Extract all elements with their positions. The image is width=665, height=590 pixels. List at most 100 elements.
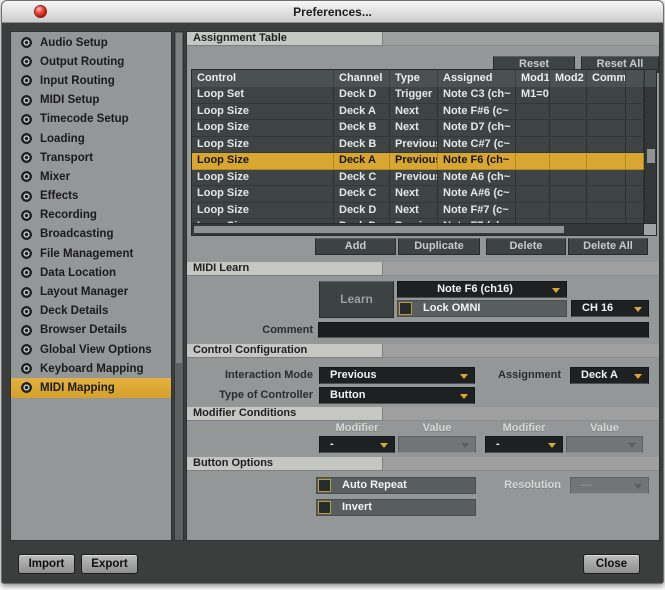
- cell-extra: [626, 120, 644, 136]
- close-button[interactable]: Close: [583, 554, 640, 574]
- modifier-1-value: -: [330, 438, 334, 450]
- table-scrollbar-corner: [643, 224, 656, 235]
- delete-all-button[interactable]: Delete All: [568, 238, 648, 255]
- type-of-controller-dropdown[interactable]: Button: [319, 387, 475, 404]
- table-row[interactable]: Loop Size Deck B Previous Note C#7 (c~: [192, 137, 644, 154]
- cell-assigned: Note C3 (ch~: [438, 87, 516, 103]
- modifier-2-dropdown[interactable]: -: [485, 436, 563, 453]
- midi-note-dropdown[interactable]: Note F6 (ch16): [397, 281, 567, 298]
- table-row[interactable]: Loop Size Deck C Previous Note A6 (ch~: [192, 170, 644, 187]
- column-header[interactable]: Channel: [334, 70, 390, 87]
- sidebar-item[interactable]: Layout Manager: [11, 282, 171, 301]
- chevron-down-icon: [461, 443, 469, 448]
- comment-label: Comment: [187, 324, 313, 336]
- interaction-mode-dropdown[interactable]: Previous: [319, 367, 475, 384]
- column-header[interactable]: Type: [390, 70, 438, 87]
- resolution-value: ---: [581, 479, 592, 491]
- column-header[interactable]: Comm: [587, 70, 626, 87]
- sidebar-item[interactable]: Loading: [11, 129, 171, 148]
- value-2-dropdown[interactable]: [566, 436, 643, 453]
- sidebar-item-label: Output Routing: [40, 56, 124, 68]
- table-horizontal-scrollbar-thumb[interactable]: [194, 226, 564, 233]
- preferences-window: Preferences... Audio Setup Output Routin…: [1, 0, 664, 584]
- table-vertical-scrollbar[interactable]: [644, 87, 656, 223]
- cell-mod1: [516, 170, 550, 186]
- export-button[interactable]: Export: [81, 554, 138, 574]
- sidebar-item[interactable]: Effects: [11, 187, 171, 206]
- control-configuration-section-header: Control Configuration: [187, 344, 659, 358]
- table-row[interactable]: Loop Size Deck B Next Note D7 (ch~: [192, 120, 644, 137]
- sidebar-item[interactable]: Recording: [11, 206, 171, 225]
- sidebar-item-label: MIDI Setup: [40, 94, 99, 106]
- sidebar: Audio Setup Output Routing Input Routing…: [10, 31, 172, 541]
- sidebar-item[interactable]: Broadcasting: [11, 225, 171, 244]
- sidebar-item[interactable]: Keyboard Mapping: [11, 359, 171, 378]
- sidebar-item[interactable]: Data Location: [11, 263, 171, 282]
- sidebar-item-label: Recording: [40, 209, 97, 221]
- sidebar-item[interactable]: Input Routing: [11, 71, 171, 90]
- cell-mod1: [516, 120, 550, 136]
- table-row[interactable]: Loop Size Deck A Next Note F#6 (c~: [192, 104, 644, 121]
- modifier-conditions-section-header: Modifier Conditions: [187, 407, 659, 421]
- invert-checkbox[interactable]: [318, 501, 331, 514]
- sidebar-item[interactable]: Timecode Setup: [11, 110, 171, 129]
- assignment-dropdown[interactable]: Deck A: [570, 367, 649, 384]
- bullseye-icon: [21, 325, 32, 336]
- lock-omni-checkbox[interactable]: [399, 302, 412, 315]
- delete-button[interactable]: Delete: [486, 238, 566, 255]
- table-row[interactable]: Loop Size Deck D Next Note F#7 (c~: [192, 203, 644, 220]
- sidebar-item[interactable]: Audio Setup: [11, 33, 171, 52]
- cell-mod1: M1=0: [516, 87, 550, 103]
- column-header[interactable]: Mod1: [516, 70, 550, 87]
- chevron-down-icon: [634, 484, 642, 489]
- bullseye-icon: [21, 363, 32, 374]
- import-button[interactable]: Import: [18, 554, 75, 574]
- cell-control: Loop Size: [192, 153, 334, 169]
- bullseye-icon: [21, 75, 32, 86]
- modifier-1-dropdown[interactable]: -: [319, 436, 395, 453]
- sidebar-scrollbar-thumb[interactable]: [176, 33, 182, 363]
- sidebar-item[interactable]: Output Routing: [11, 52, 171, 71]
- sidebar-item[interactable]: MIDI Mapping: [11, 378, 171, 397]
- sidebar-item[interactable]: Browser Details: [11, 321, 171, 340]
- cell-mod2: [550, 87, 587, 103]
- sidebar-item[interactable]: Transport: [11, 148, 171, 167]
- add-button[interactable]: Add: [315, 238, 396, 255]
- sidebar-item[interactable]: Mixer: [11, 167, 171, 186]
- table-row[interactable]: Loop Size Deck C Next Note A#6 (c~: [192, 186, 644, 203]
- resolution-dropdown[interactable]: ---: [570, 477, 649, 494]
- channel-dropdown[interactable]: CH 16: [571, 300, 649, 317]
- interaction-mode-value: Previous: [330, 369, 376, 381]
- chevron-down-icon: [460, 394, 468, 399]
- table-vertical-scrollbar-thumb[interactable]: [647, 149, 655, 163]
- learn-button[interactable]: Learn: [319, 281, 394, 318]
- sidebar-item[interactable]: Deck Details: [11, 302, 171, 321]
- auto-repeat-checkbox[interactable]: [318, 479, 331, 492]
- column-header[interactable]: [626, 70, 644, 87]
- table-row[interactable]: Loop Set Deck D Trigger Note C3 (ch~ M1=…: [192, 87, 644, 104]
- cell-mod2: [550, 104, 587, 120]
- cell-comment: [587, 120, 626, 136]
- column-header[interactable]: Mod2: [550, 70, 587, 87]
- cell-type: Next: [390, 186, 438, 202]
- duplicate-button[interactable]: Duplicate: [398, 238, 480, 255]
- sidebar-item[interactable]: Global View Options: [11, 340, 171, 359]
- lock-omni-label: Lock OMNI: [423, 302, 480, 314]
- comment-input[interactable]: [318, 322, 649, 338]
- sidebar-item[interactable]: MIDI Setup: [11, 91, 171, 110]
- column-header[interactable]: Control: [192, 70, 334, 87]
- modifier-2-label: Modifier: [485, 422, 563, 434]
- sidebar-scrollbar[interactable]: [174, 31, 184, 541]
- table-row[interactable]: Loop Size Deck A Previous Note F6 (ch~: [192, 153, 644, 170]
- cell-assigned: Note C#7 (c~: [438, 137, 516, 153]
- sidebar-item[interactable]: File Management: [11, 244, 171, 263]
- sidebar-item-label: Loading: [40, 133, 85, 145]
- cell-extra: [626, 170, 644, 186]
- column-header[interactable]: Assigned: [438, 70, 516, 87]
- cell-type: Previous: [390, 137, 438, 153]
- value-1-dropdown[interactable]: [398, 436, 476, 453]
- table-horizontal-scrollbar[interactable]: [192, 223, 656, 235]
- cell-control: Loop Size: [192, 203, 334, 219]
- cell-type: Previous: [390, 170, 438, 186]
- bullseye-icon: [21, 191, 32, 202]
